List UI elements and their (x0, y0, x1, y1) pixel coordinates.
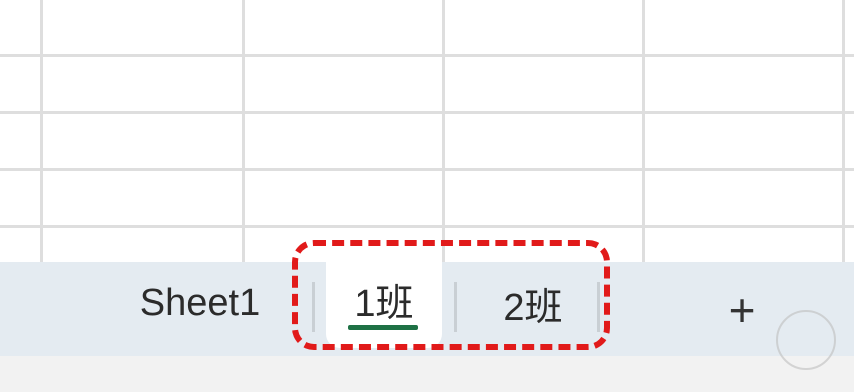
column-divider (442, 0, 445, 262)
column-divider (842, 0, 845, 262)
spreadsheet-grid[interactable] (0, 0, 854, 262)
sheet-tab-sheet1[interactable]: Sheet1 (110, 262, 290, 356)
row-divider (0, 225, 854, 228)
watermark-logo (776, 310, 836, 370)
sheet-tab-bar: Sheet1 1班 2班 + (0, 262, 854, 356)
sheet-tab-label: 1班 (354, 282, 414, 325)
sheet-tab-1ban[interactable]: 1班 (326, 262, 442, 348)
column-divider (40, 0, 43, 262)
row-divider (0, 111, 854, 114)
tab-separator (597, 282, 600, 332)
plus-icon: + (728, 284, 756, 336)
sheet-tab-label: 2班 (503, 286, 563, 329)
column-divider (642, 0, 645, 262)
column-divider (242, 0, 245, 262)
status-strip (0, 356, 854, 392)
add-sheet-button[interactable]: + (712, 280, 772, 340)
sheet-tab-label: Sheet1 (139, 281, 261, 324)
row-divider (0, 54, 854, 57)
row-divider (0, 168, 854, 171)
tab-separator (454, 282, 457, 332)
sheet-tab-2ban[interactable]: 2班 (458, 262, 608, 356)
tab-separator (312, 282, 315, 332)
active-tab-indicator (348, 325, 418, 330)
